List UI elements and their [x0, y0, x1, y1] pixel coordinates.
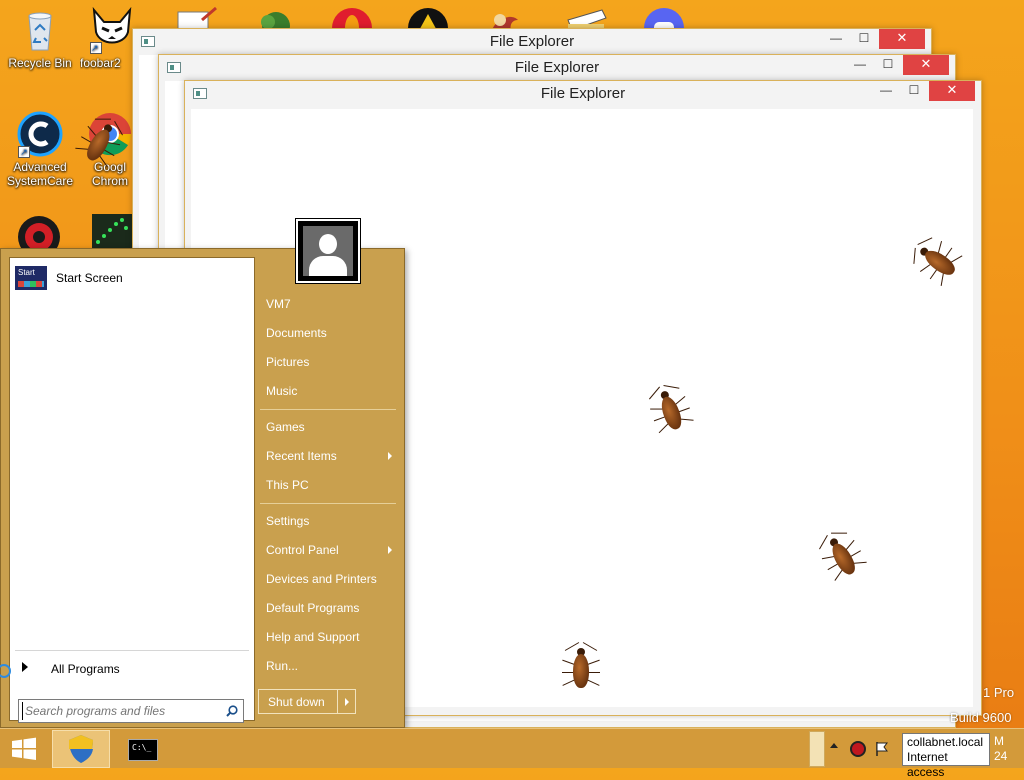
game-app-icon[interactable] — [92, 214, 132, 248]
control-panel-label: Control Panel — [266, 543, 339, 557]
start-item-games[interactable]: Games — [266, 417, 394, 437]
desktop-icon-label: foobar2 — [80, 56, 121, 70]
all-programs-button[interactable]: All Programs — [22, 658, 242, 678]
divider — [260, 409, 396, 410]
tray-app-icon[interactable] — [850, 741, 866, 757]
start-item-control-panel[interactable]: Control Panel — [266, 540, 394, 560]
shield-icon — [69, 735, 93, 763]
start-screen-item[interactable]: Start Start Screen — [15, 266, 251, 290]
window-title: File Explorer — [540, 85, 626, 102]
start-item-this-pc[interactable]: This PC — [266, 475, 394, 495]
taskbar: C:\_ M 24 — [0, 728, 1024, 768]
clock-date[interactable]: 24 — [994, 749, 1007, 763]
close-button[interactable]: ✕ — [929, 81, 975, 101]
gear-app-icon[interactable] — [16, 214, 62, 248]
start-screen-icon: Start — [15, 266, 47, 290]
user-account-picture[interactable] — [295, 218, 361, 284]
window-titlebar[interactable]: File Explorer — ☐ ✕ — [159, 55, 955, 81]
foobar-icon: ↗ — [88, 6, 136, 54]
desktop-icon-label: Advanced SystemCare — [6, 160, 74, 188]
submenu-arrow-icon — [388, 452, 392, 460]
recent-items-label: Recent Items — [266, 449, 337, 463]
windows-logo-icon — [12, 737, 36, 760]
maximize-button[interactable]: ☐ — [901, 81, 927, 101]
start-item-recent-items[interactable]: Recent Items — [266, 446, 394, 466]
start-item-help-support[interactable]: Help and Support — [266, 627, 394, 647]
window-titlebar[interactable]: File Explorer — ☐ ✕ — [133, 29, 931, 55]
start-item-pictures[interactable]: Pictures — [266, 352, 394, 372]
start-item-user[interactable]: VM7 — [266, 294, 394, 314]
maximize-button[interactable]: ☐ — [875, 55, 901, 75]
start-item-settings[interactable]: Settings — [266, 511, 394, 531]
advanced-systemcare-icon: ↗ — [16, 110, 64, 158]
desktop-icon-foobar[interactable]: ↗ foobar2 — [80, 6, 136, 70]
search-box[interactable] — [18, 699, 244, 723]
minimize-button[interactable]: — — [823, 29, 849, 49]
maximize-button[interactable]: ☐ — [851, 29, 877, 49]
start-item-devices-printers[interactable]: Devices and Printers — [266, 569, 394, 589]
window-title: File Explorer — [514, 59, 600, 76]
submenu-arrow-icon — [388, 546, 392, 554]
shutdown-label: Shut down — [268, 695, 325, 709]
start-menu-programs-pane: Start Start Screen All Programs — [9, 257, 255, 723]
taskbar-app-command-prompt[interactable]: C:\_ — [114, 730, 172, 768]
watermark-build: Build 9600 — [950, 710, 1012, 725]
command-prompt-icon: C:\_ — [128, 739, 158, 761]
start-button[interactable] — [0, 729, 48, 769]
shortcut-arrow-icon: ↗ — [90, 42, 102, 54]
desktop-icon-recycle-bin[interactable]: Recycle Bin — [2, 6, 78, 70]
all-programs-label: All Programs — [51, 662, 120, 676]
window-titlebar[interactable]: File Explorer — ☐ ✕ — [185, 81, 981, 107]
tray-overflow-up-icon[interactable] — [809, 731, 825, 767]
desktop-icon-label: Recycle Bin — [8, 56, 72, 70]
close-button[interactable]: ✕ — [879, 29, 925, 49]
network-tooltip: collabnet.local Internet access — [902, 733, 990, 779]
taskbar-app-security[interactable] — [52, 730, 110, 768]
window-title: File Explorer — [489, 33, 575, 50]
shutdown-options-arrow-icon[interactable] — [345, 698, 349, 706]
cockroach-icon — [562, 642, 600, 692]
shortcut-arrow-icon: ↗ — [18, 146, 30, 158]
start-item-default-programs[interactable]: Default Programs — [266, 598, 394, 618]
watermark-edition: 1 Pro — [983, 685, 1015, 700]
search-icon[interactable] — [226, 705, 238, 717]
start-item-music[interactable]: Music — [266, 381, 394, 401]
action-center-flag-icon[interactable] — [874, 741, 890, 757]
desktop-icon-advanced-systemcare[interactable]: ↗ Advanced SystemCare — [2, 110, 78, 188]
start-item-run[interactable]: Run... — [266, 656, 394, 676]
start-screen-label: Start Screen — [56, 271, 123, 285]
expand-arrow-icon — [22, 662, 28, 672]
search-input[interactable] — [22, 702, 217, 720]
tooltip-network-status: Internet access — [907, 750, 948, 779]
recycle-bin-icon — [16, 6, 64, 54]
shutdown-button[interactable]: Shut down — [258, 689, 356, 714]
divider — [15, 650, 249, 651]
show-hidden-icons-icon[interactable] — [830, 743, 838, 748]
tooltip-network-name: collabnet.local — [907, 735, 984, 749]
clock-time[interactable]: M — [994, 734, 1004, 748]
close-button[interactable]: ✕ — [903, 55, 949, 75]
minimize-button[interactable]: — — [873, 81, 899, 101]
divider — [260, 503, 396, 504]
minimize-button[interactable]: — — [847, 55, 873, 75]
start-item-documents[interactable]: Documents — [266, 323, 394, 343]
